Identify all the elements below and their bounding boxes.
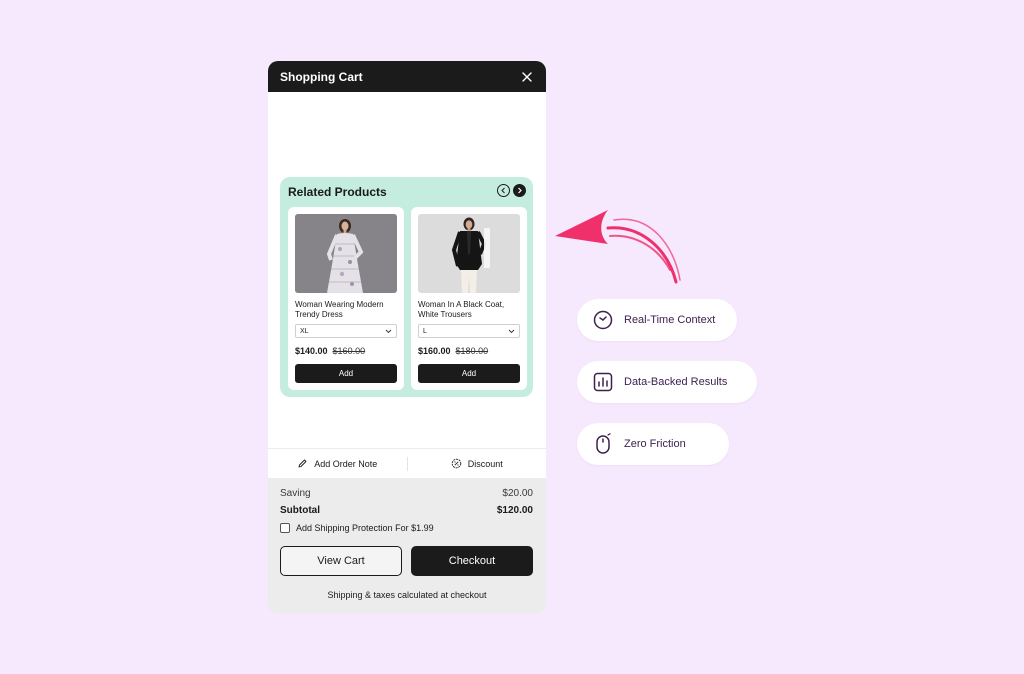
product-original-price: $180.00: [455, 346, 489, 356]
shipping-protection-checkbox[interactable]: [280, 523, 290, 533]
cart-title: Shopping Cart: [280, 69, 363, 84]
product-card: Woman Wearing Modern Trendy Dress XL $14…: [288, 207, 404, 390]
size-value: XL: [300, 327, 309, 335]
size-select[interactable]: XL: [295, 324, 397, 338]
product-price: $160.00: [418, 346, 451, 356]
shipping-protection-option: Add Shipping Protection For $1.99: [280, 523, 434, 533]
chevron-down-icon: [385, 329, 392, 333]
price-row: $140.00 $160.00: [295, 346, 365, 356]
product-name[interactable]: Woman In A Black Coat, White Trousers: [418, 300, 522, 320]
feature-data-backed-results: Data-Backed Results: [577, 361, 757, 403]
pencil-icon: [298, 459, 307, 468]
feature-label: Data-Backed Results: [624, 376, 728, 388]
subtotal-label: Subtotal: [280, 505, 320, 516]
mouse-icon: [592, 433, 614, 455]
product-image-dress[interactable]: [295, 214, 397, 293]
curved-arrow-icon: [555, 210, 681, 284]
cart-actions-row: Add Order Note Discount: [268, 448, 546, 478]
subtotal-row: Subtotal $120.00: [280, 505, 533, 516]
cart-header: Shopping Cart: [268, 61, 546, 92]
bar-chart-icon: [592, 371, 614, 393]
product-name[interactable]: Woman Wearing Modern Trendy Dress: [295, 300, 399, 320]
product-image-coat[interactable]: [418, 214, 520, 293]
feature-label: Real-Time Context: [624, 314, 716, 326]
product-price: $140.00: [295, 346, 328, 356]
cart-summary: Saving $20.00 Subtotal $120.00 Add Shipp…: [268, 478, 546, 614]
add-to-cart-button[interactable]: Add: [295, 364, 397, 383]
product-card: Woman In A Black Coat, White Trousers L …: [411, 207, 527, 390]
add-order-note-label: Add Order Note: [314, 458, 378, 469]
feature-real-time-context: Real-Time Context: [577, 299, 737, 341]
chevron-right-icon: [518, 187, 522, 194]
discount-badge-icon: [451, 458, 461, 469]
close-button[interactable]: [520, 70, 534, 84]
discount-button[interactable]: Discount: [408, 458, 547, 469]
price-row: $160.00 $180.00: [418, 346, 488, 356]
feature-zero-friction: Zero Friction: [577, 423, 729, 465]
saving-value: $20.00: [502, 488, 533, 499]
shipping-note: Shipping & taxes calculated at checkout: [327, 590, 487, 600]
subtotal-value: $120.00: [496, 505, 533, 516]
product-original-price: $160.00: [332, 346, 366, 356]
related-products-section: Related Products Woman Wearing Modern Tr…: [280, 177, 533, 397]
add-to-cart-button[interactable]: Add: [418, 364, 520, 383]
feature-label: Zero Friction: [624, 438, 686, 450]
carousel-prev-button[interactable]: [497, 184, 510, 197]
carousel-next-button[interactable]: [513, 184, 526, 197]
size-select[interactable]: L: [418, 324, 520, 338]
view-cart-button[interactable]: View Cart: [280, 546, 402, 576]
saving-row: Saving $20.00: [280, 488, 533, 499]
related-products-title: Related Products: [288, 185, 387, 199]
checkout-button[interactable]: Checkout: [411, 546, 533, 576]
close-icon: [522, 71, 532, 82]
shipping-protection-label: Add Shipping Protection For $1.99: [296, 523, 434, 533]
chevron-left-icon: [501, 187, 505, 194]
chevron-down-icon: [508, 329, 515, 333]
saving-label: Saving: [280, 488, 311, 499]
size-value: L: [423, 327, 427, 335]
discount-label: Discount: [467, 458, 503, 469]
clock-icon: [592, 309, 614, 331]
shopping-cart-panel: Shopping Cart Related Products Woman Wea…: [268, 61, 546, 614]
add-order-note-button[interactable]: Add Order Note: [268, 458, 407, 469]
